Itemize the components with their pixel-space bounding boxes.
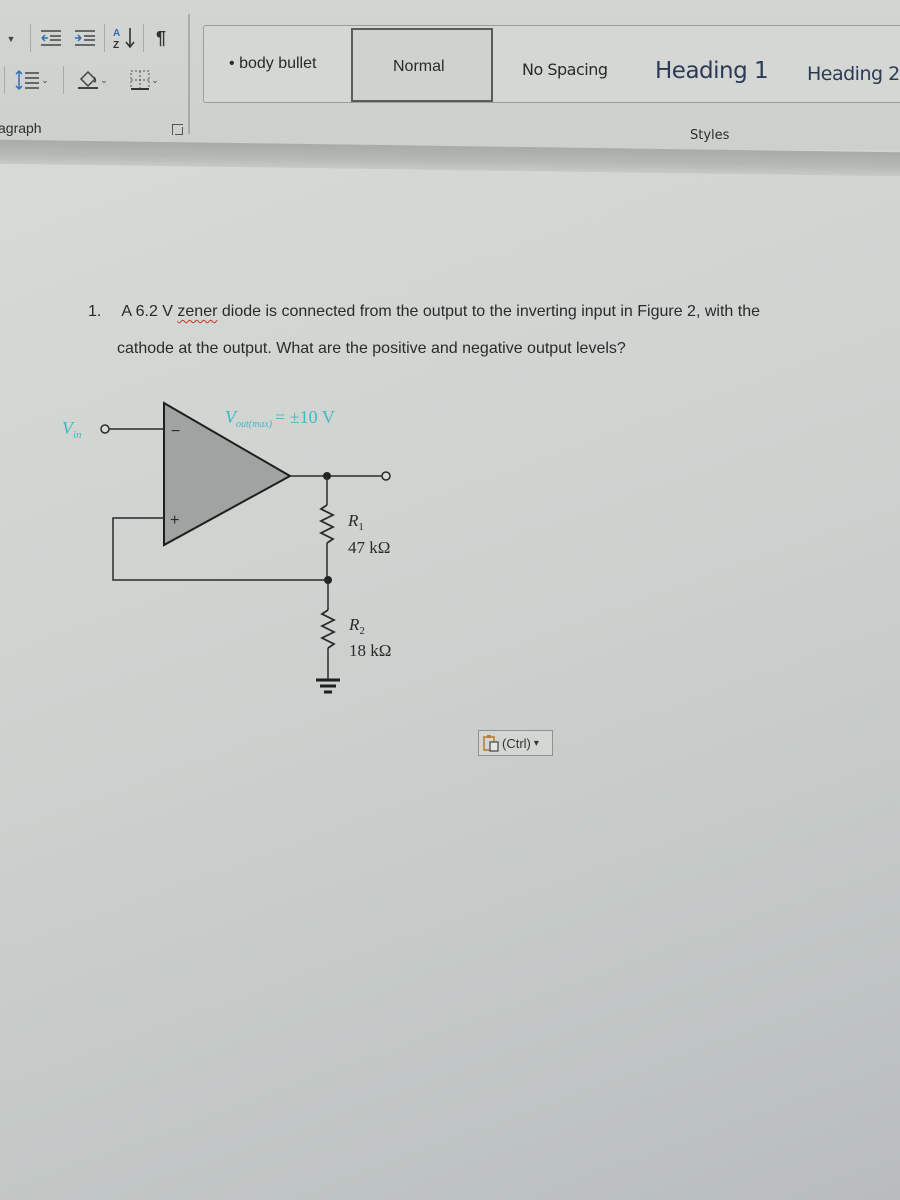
increase-indent-icon (75, 30, 95, 46)
style-label: Heading 2 (807, 63, 900, 85)
borders-button[interactable]: ⌄ (122, 66, 166, 94)
circuit-figure: − + Vin Vout(max) = ±10 V R1 47 kΩ R2 18 … (62, 401, 391, 694)
resistor-r2 (319, 609, 337, 649)
question-line-2: cathode at the output. What are the posi… (117, 340, 626, 358)
r2-value: 18 kΩ (349, 641, 391, 660)
sort-button[interactable]: A Z (110, 24, 140, 52)
style-body-bullet[interactable]: • body bullet (229, 55, 316, 73)
style-label: No Spacing (522, 60, 608, 79)
pilcrow-icon: ¶ (155, 27, 166, 48)
paint-bucket-icon (78, 70, 99, 89)
ground-icon (316, 678, 340, 694)
style-label: body bullet (239, 55, 317, 72)
question-text: cathode at the output. What are the posi… (117, 340, 626, 357)
minus-input-sign: − (171, 423, 180, 440)
line-spacing-icon (15, 69, 40, 91)
output-terminal (381, 471, 391, 481)
vout-max-label: Vout(max) = ±10 V (225, 407, 335, 430)
feedback-wire (112, 517, 328, 581)
r1-label: R1 (347, 511, 364, 533)
borders-icon (130, 70, 150, 90)
resistor-r1 (318, 504, 336, 544)
group-separator (188, 14, 190, 134)
sort-az-icon: A Z (113, 28, 135, 50)
decrease-indent-button[interactable] (38, 26, 64, 50)
r2-label: R2 (348, 615, 365, 637)
question-text-post: diode is connected from the output to th… (217, 303, 760, 320)
decrease-indent-icon (41, 30, 61, 46)
chevron-down-icon: ▾ (533, 737, 539, 749)
r1-value: 47 kΩ (348, 538, 390, 557)
dropdown-chevron-icon[interactable]: ▼ (4, 30, 18, 48)
question-text-pre: A 6.2 V (121, 303, 178, 320)
bullet-icon: • (229, 55, 235, 72)
style-label: Normal (393, 58, 445, 75)
ribbon: ▼ A Z ¶ ⌄ ⌄ ⌄ agraph • body bullet Norma… (0, 0, 900, 150)
style-label: Heading 1 (655, 58, 769, 84)
line-spacing-button[interactable]: ⌄ (10, 66, 54, 94)
chevron-down-icon: ⌄ (41, 74, 49, 85)
list-number: 1. (88, 303, 102, 320)
paragraph-group-label: agraph (0, 120, 42, 136)
show-formatting-marks-button[interactable]: ¶ (150, 26, 172, 50)
plus-input-sign: + (170, 512, 179, 529)
svg-text:A: A (113, 28, 120, 39)
style-heading-1[interactable]: Heading 1 (655, 58, 769, 84)
feedback-node (324, 576, 332, 584)
style-no-spacing[interactable]: No Spacing (522, 60, 608, 79)
shading-button[interactable]: ⌄ (70, 66, 114, 94)
output-node (323, 472, 331, 480)
spelling-flagged-word[interactable]: zener (177, 303, 217, 320)
paste-options-label: (Ctrl) (502, 735, 531, 751)
svg-text:Z: Z (113, 40, 119, 50)
style-heading-2[interactable]: Heading 2 (807, 63, 900, 85)
paragraph-group: ▼ A Z ¶ ⌄ ⌄ ⌄ agraph (0, 0, 190, 150)
vin-label: Vin (62, 418, 82, 441)
dialog-launcher-icon[interactable] (172, 124, 183, 135)
style-normal[interactable]: Normal (351, 28, 493, 102)
vin-terminal (100, 424, 110, 434)
styles-group-label: Styles (690, 128, 730, 143)
op-amp-symbol (163, 401, 293, 547)
paste-options-button[interactable]: (Ctrl) ▾ (478, 730, 553, 756)
chevron-down-icon: ⌄ (151, 74, 159, 85)
clipboard-icon (483, 735, 499, 752)
chevron-down-icon: ⌄ (100, 74, 108, 85)
increase-indent-button[interactable] (72, 26, 98, 50)
question-line-1: 1. A 6.2 V zener diode is connected from… (88, 303, 760, 321)
